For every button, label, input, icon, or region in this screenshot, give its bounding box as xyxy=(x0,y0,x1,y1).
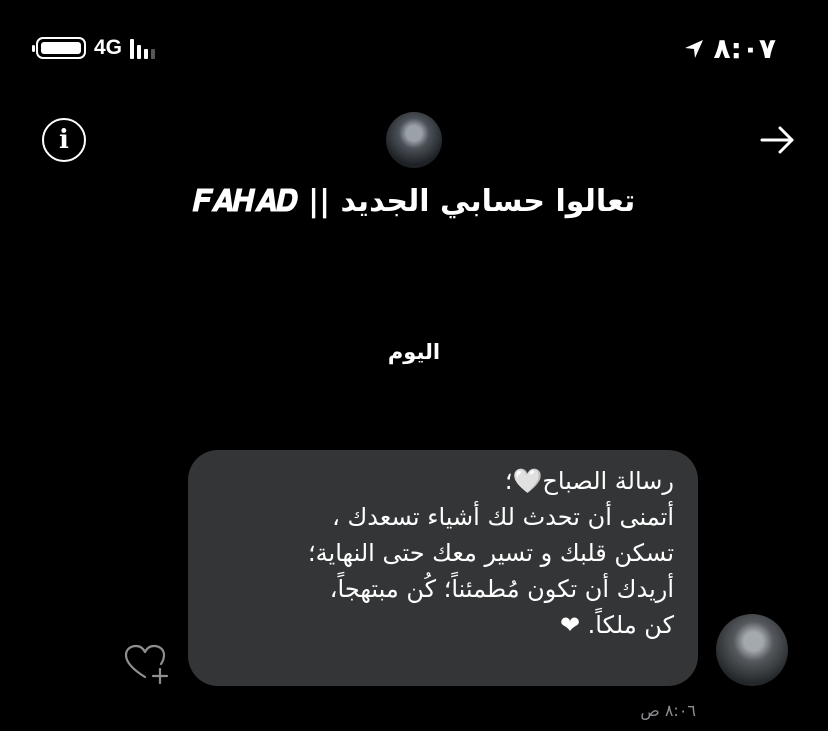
message-line: رسالة الصباح🤍؛ xyxy=(504,467,674,495)
arrow-right-icon xyxy=(760,126,794,154)
heart-plus-icon xyxy=(124,644,169,685)
info-icon: i xyxy=(59,125,69,155)
battery-icon xyxy=(32,37,86,59)
status-bar-right: ٨:٠٧ xyxy=(684,32,776,65)
back-button[interactable] xyxy=(758,120,798,160)
message-bubble[interactable]: رسالة الصباح🤍؛ أتمنى أن تحدث لك أشياء تس… xyxy=(188,450,698,686)
network-label: 4G xyxy=(94,36,123,59)
location-arrow-icon xyxy=(684,39,703,58)
message-line: أريدك أن تكون مُطمئناً؛ كُن مبتهجاً، xyxy=(329,575,674,603)
message-timestamp: ٨:٠٦ ص xyxy=(640,701,696,720)
date-separator: اليوم xyxy=(387,340,441,364)
status-bar-left: 4G xyxy=(32,36,156,60)
chat-title[interactable]: تعالوا حسابي الجديد || 𝑭𝑨𝑯𝑨𝑫 xyxy=(0,184,828,219)
signal-icon xyxy=(130,37,156,59)
info-button[interactable]: i xyxy=(42,118,86,162)
message-line: أتمنى أن تحدث لك أشياء تسعدك ، xyxy=(332,503,674,531)
message-line: تسكن قلبك و تسير معك حتى النهاية؛ xyxy=(308,539,674,567)
header-avatar[interactable] xyxy=(386,112,442,168)
like-button[interactable] xyxy=(122,643,170,685)
sender-avatar[interactable] xyxy=(716,614,788,686)
message-line: كن ملكاً. ❤ xyxy=(559,611,674,639)
clock: ٨:٠٧ xyxy=(713,32,776,65)
